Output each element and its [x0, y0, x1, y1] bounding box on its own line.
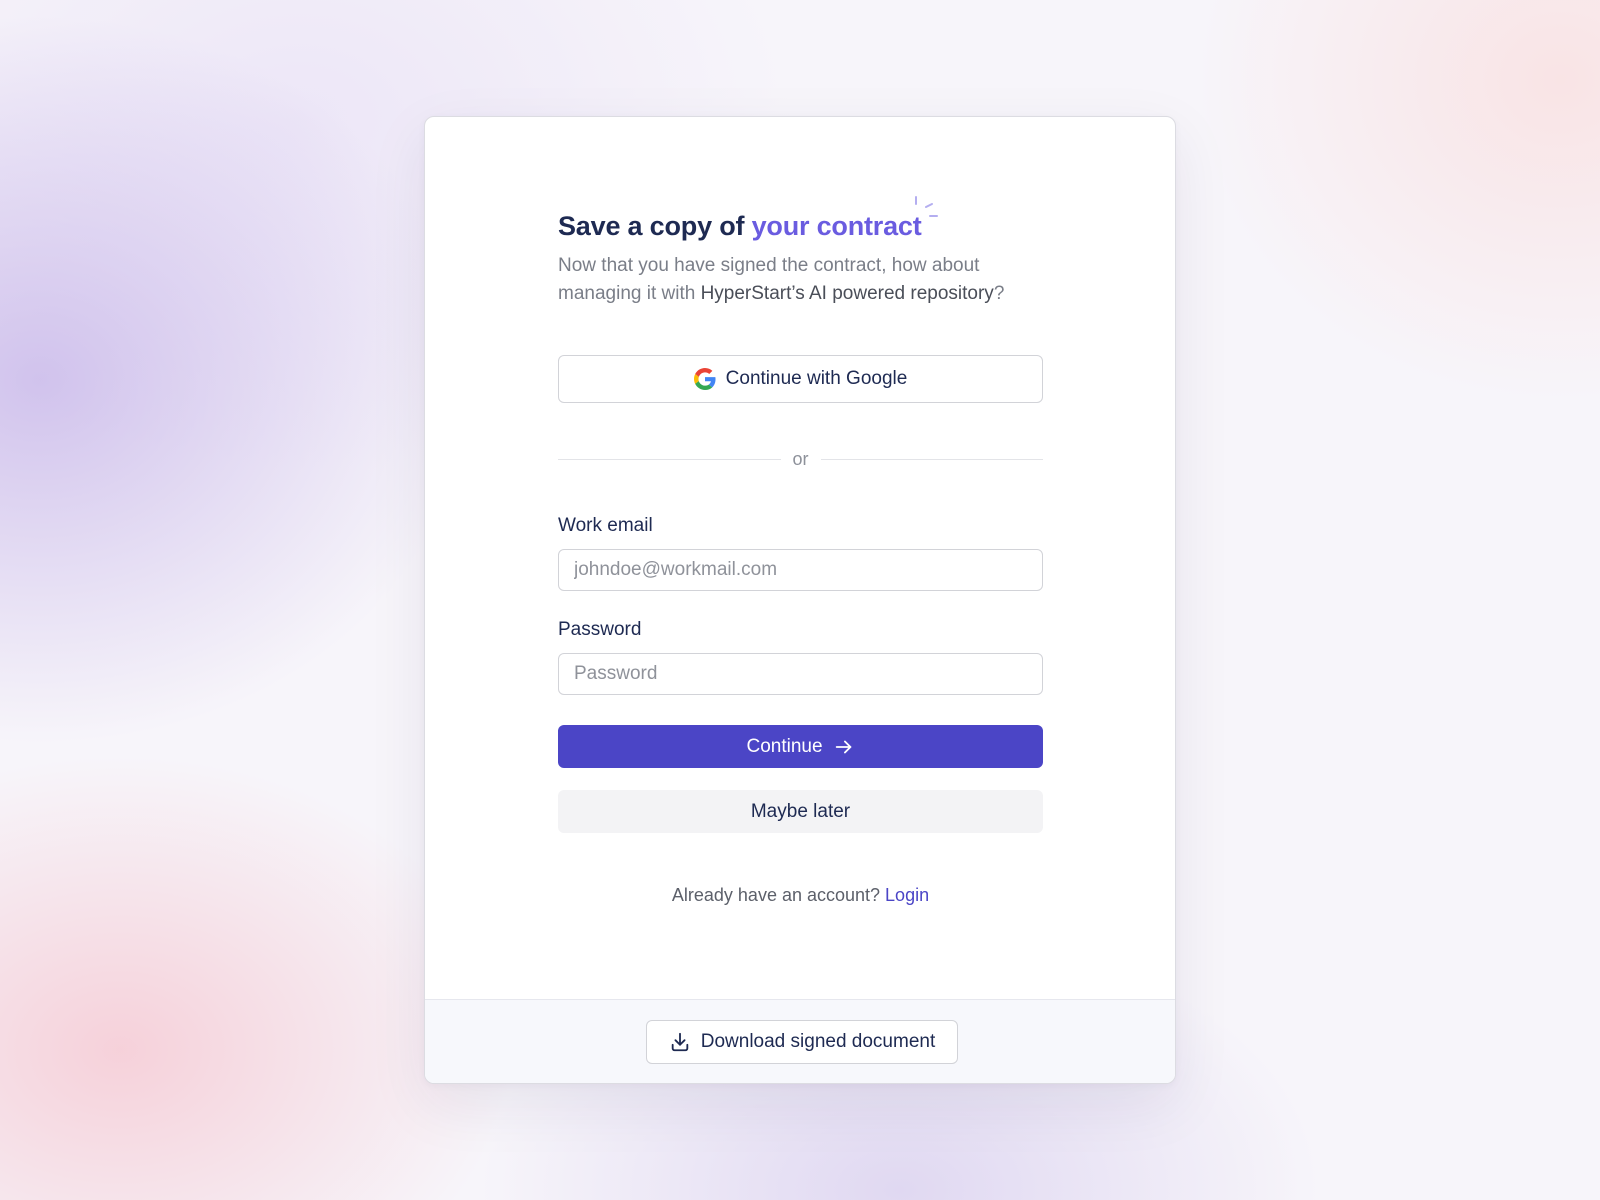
- download-button-label: Download signed document: [700, 1031, 936, 1052]
- maybe-later-button[interactable]: Maybe later: [558, 790, 1043, 833]
- google-icon: [693, 368, 716, 390]
- maybe-later-label: Maybe later: [750, 800, 851, 822]
- or-divider: or: [558, 447, 1044, 471]
- email-field[interactable]: [558, 549, 1043, 591]
- google-button-label: Continue with Google: [725, 368, 908, 389]
- download-icon: [671, 1032, 688, 1052]
- sparkle-icon: [915, 196, 938, 217]
- arrow-right-icon: [835, 740, 851, 753]
- subtitle-highlight: HyperStart’s AI powered repository: [700, 283, 994, 304]
- continue-button[interactable]: Continue: [558, 725, 1043, 768]
- divider-line-left: [558, 458, 781, 460]
- download-signed-document-button[interactable]: Download signed document: [646, 1020, 958, 1064]
- continue-with-google-button[interactable]: Continue with Google: [558, 355, 1043, 403]
- signup-card: Save a copy of your contract Now that yo…: [424, 116, 1176, 1084]
- subtitle-end: ?: [993, 283, 1005, 304]
- account-prompt-text: Already have an account?: [671, 885, 886, 905]
- page-title: Save a copy of your contract: [558, 209, 1043, 243]
- heading-wrap: Save a copy of your contract: [558, 196, 1043, 243]
- continue-button-label: Continue: [746, 735, 823, 757]
- account-prompt: Already have an account? Login: [558, 885, 1043, 906]
- card-footer: Download signed document: [425, 999, 1175, 1083]
- title-prefix: Save a copy of: [558, 211, 752, 241]
- title-accent: your contract: [751, 211, 922, 241]
- password-label: Password: [558, 619, 642, 640]
- password-field[interactable]: [558, 653, 1043, 695]
- email-label: Work email: [558, 515, 653, 536]
- login-link[interactable]: Login: [885, 885, 929, 905]
- divider-text: or: [792, 448, 809, 469]
- subtitle: Now that you have signed the contract, h…: [558, 252, 1043, 308]
- divider-line-right: [820, 458, 1044, 460]
